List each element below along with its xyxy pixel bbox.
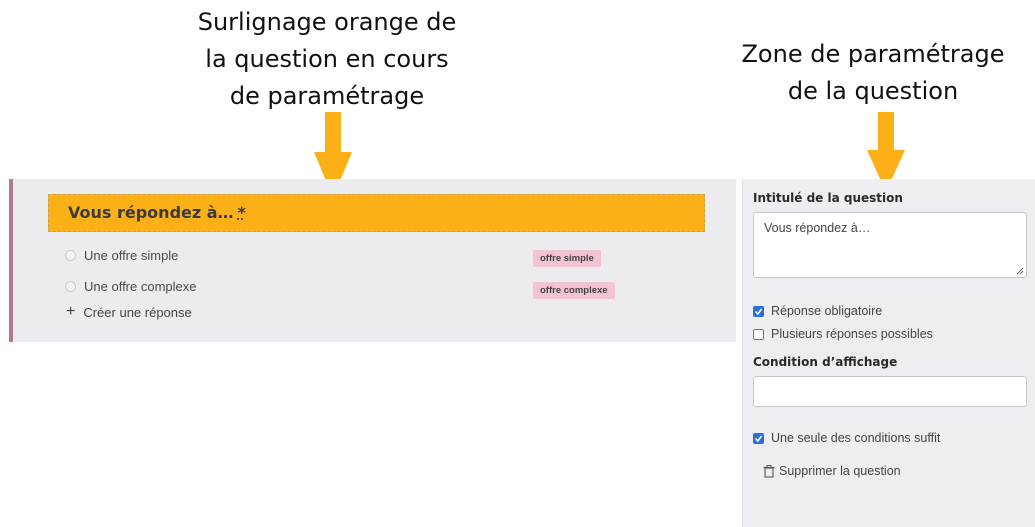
question-title-text: Vous répondez à…	[68, 203, 234, 222]
plus-icon: +	[66, 303, 76, 320]
question-title-textarea[interactable]: Vous répondez à…	[753, 212, 1027, 278]
annotation-line: de paramétrage	[229, 82, 425, 110]
answer-tag: offre complexe	[533, 282, 615, 299]
textarea-value: Vous répondez à…	[764, 221, 871, 235]
radio-icon	[65, 281, 76, 292]
checkbox-label: Plusieurs réponses possibles	[771, 327, 933, 341]
question-editor: Vous répondez à… * Une offre simple offre…	[9, 179, 736, 342]
answer-option[interactable]: Une offre complexe	[65, 279, 197, 294]
annotation-line: Surlignage orange de	[197, 8, 457, 36]
annotation-highlight: Surlignage orange de la question en cour…	[186, 4, 468, 115]
answer-label: Une offre simple	[84, 248, 179, 263]
title-field-label: Intitulé de la question	[753, 191, 903, 205]
display-condition-input[interactable]	[753, 376, 1027, 407]
checkbox-checked-icon	[753, 305, 764, 317]
checkbox-checked-icon	[753, 432, 764, 444]
answer-label: Une offre complexe	[84, 279, 197, 294]
required-checkbox[interactable]: Réponse obligatoire	[753, 304, 882, 318]
resize-grip-icon[interactable]	[1016, 267, 1024, 275]
required-marker: *	[237, 203, 246, 222]
display-condition-label: Condition d’affichage	[753, 355, 898, 369]
add-answer-button[interactable]: + Créer une réponse	[66, 304, 192, 320]
annotation-line: Zone de paramétrage	[741, 40, 1005, 68]
radio-icon	[65, 250, 76, 261]
trash-icon	[763, 464, 775, 478]
single-condition-checkbox[interactable]: Une seule des conditions suffit	[753, 431, 940, 445]
multiple-answers-checkbox[interactable]: Plusieurs réponses possibles	[753, 327, 933, 341]
annotation-line: la question en cours	[205, 45, 449, 73]
annotation-settings-zone: Zone de paramétrage de la question	[737, 36, 1009, 110]
question-title-highlighted[interactable]: Vous répondez à… *	[48, 194, 705, 232]
delete-label: Supprimer la question	[779, 464, 901, 478]
question-settings-panel: Intitulé de la question Vous répondez à……	[742, 179, 1035, 527]
checkbox-unchecked-icon	[753, 328, 764, 340]
answer-tag: offre simple	[533, 250, 601, 267]
delete-question-button[interactable]: Supprimer la question	[763, 464, 901, 478]
answer-option[interactable]: Une offre simple	[65, 248, 178, 263]
annotation-line: de la question	[787, 77, 959, 105]
add-answer-label: Créer une réponse	[83, 304, 192, 320]
checkbox-label: Une seule des conditions suffit	[771, 431, 941, 445]
checkbox-label: Réponse obligatoire	[771, 304, 883, 318]
